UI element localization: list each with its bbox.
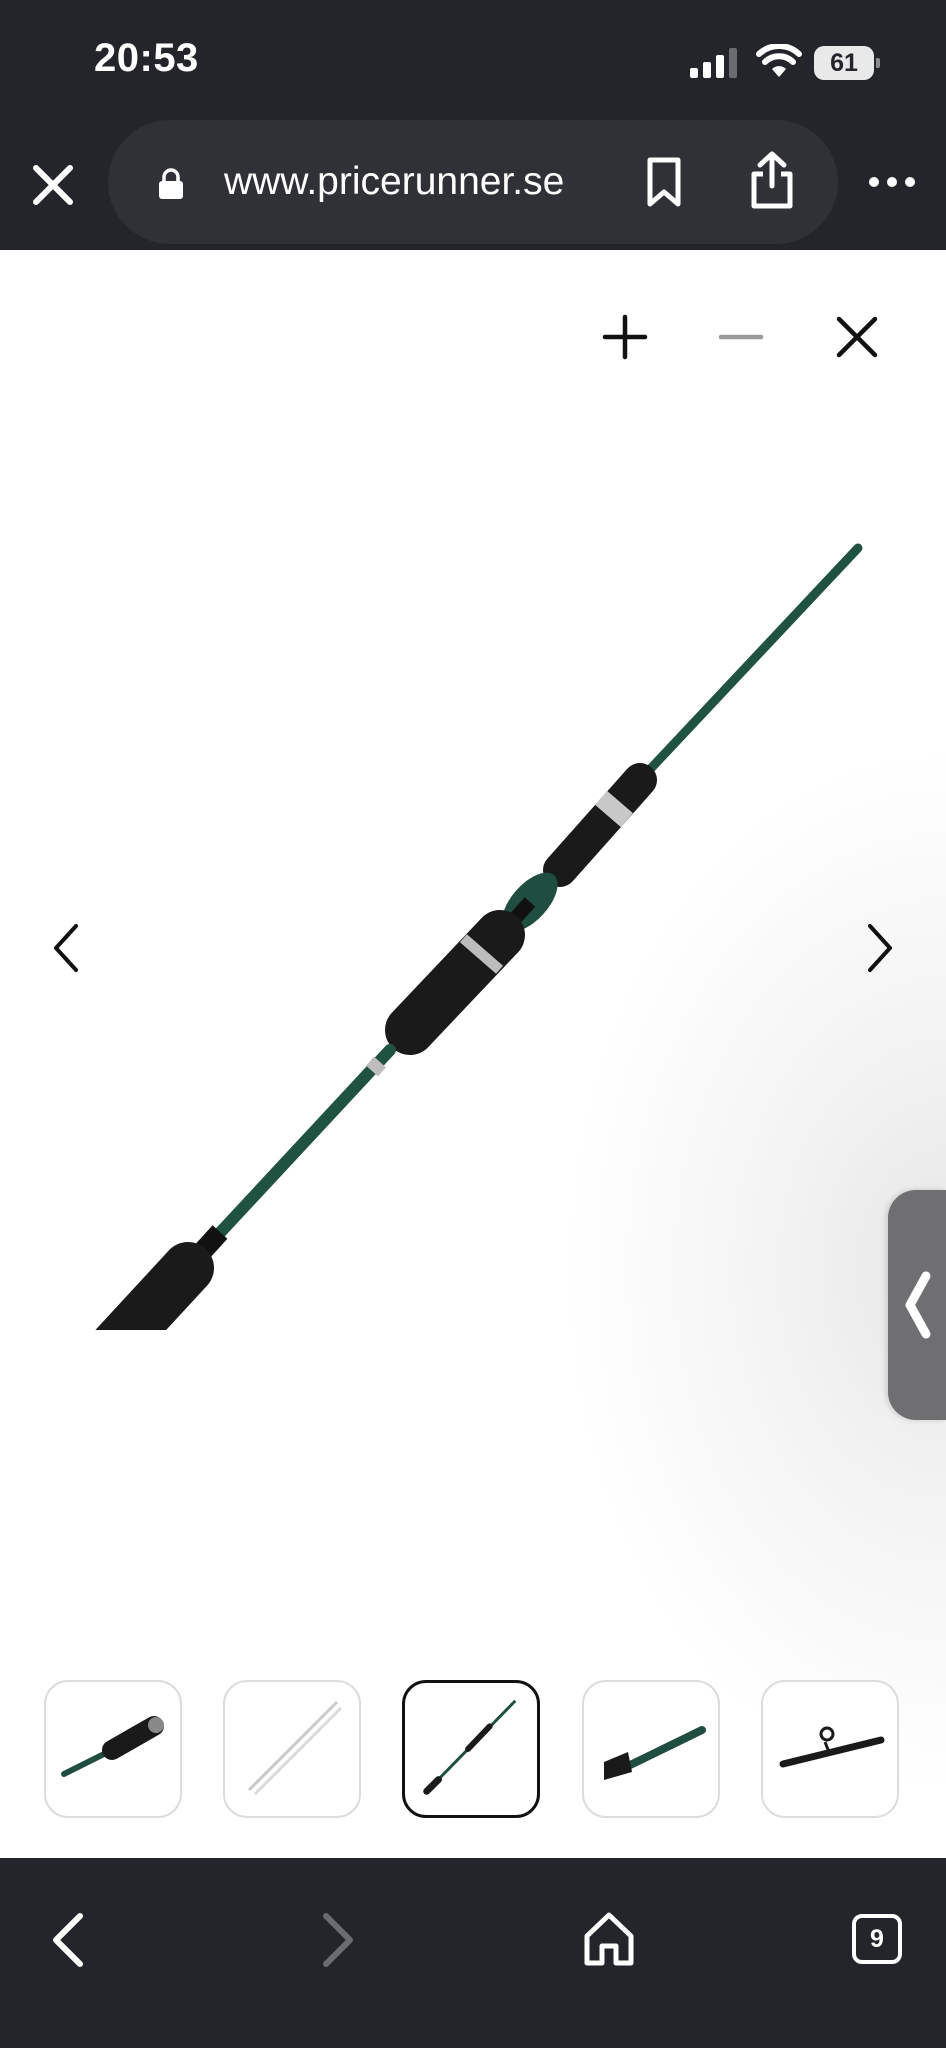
wifi-icon <box>756 44 802 77</box>
chevron-left-icon <box>905 1271 931 1339</box>
status-time: 20:53 <box>94 36 199 80</box>
rod-grip-thumbnail <box>604 1726 706 1780</box>
tab-count: 9 <box>870 1925 884 1953</box>
tabs-button[interactable]: 9 <box>852 1914 902 1964</box>
url-text[interactable]: www.pricerunner.se <box>224 160 564 204</box>
close-icon[interactable] <box>832 312 882 362</box>
battery-level: 61 <box>830 49 858 77</box>
home-icon[interactable] <box>582 1910 636 1968</box>
more-icon[interactable] <box>868 172 916 192</box>
battery-tip <box>876 58 880 68</box>
zoom-out-icon[interactable] <box>716 312 766 362</box>
thumbnail-1[interactable] <box>44 1680 182 1818</box>
thumbnail-strip <box>0 1680 946 1830</box>
address-bar[interactable]: www.pricerunner.se <box>108 120 838 244</box>
thumbnail-2[interactable] <box>223 1680 361 1818</box>
product-image <box>95 543 863 1330</box>
browser-toolbar: www.pricerunner.se <box>0 120 946 250</box>
rod-full-thumbnail <box>423 1699 517 1795</box>
zoom-in-icon[interactable] <box>600 312 650 362</box>
bookmark-icon[interactable] <box>644 156 684 208</box>
cellular-signal-icon <box>690 48 737 78</box>
battery-indicator: 61 <box>814 46 880 80</box>
side-panel-tab[interactable] <box>888 1190 946 1420</box>
thumbnail-3[interactable] <box>402 1680 540 1818</box>
share-icon[interactable] <box>748 150 796 210</box>
image-viewer <box>0 250 946 1858</box>
forward-icon[interactable] <box>318 1910 358 1970</box>
close-icon[interactable] <box>28 160 78 210</box>
status-bar: 20:53 61 <box>0 0 946 120</box>
rod-reel-seat-thumbnail <box>779 1726 885 1768</box>
thumbnail-5[interactable] <box>761 1680 899 1818</box>
thumbnail-4[interactable] <box>582 1680 720 1818</box>
lock-icon <box>159 168 183 199</box>
rod-blank-thumbnail <box>247 1700 343 1796</box>
back-icon[interactable] <box>48 1910 88 1970</box>
bottom-toolbar: 9 <box>0 1858 946 2048</box>
rod-handle-thumbnail <box>61 1716 164 1777</box>
